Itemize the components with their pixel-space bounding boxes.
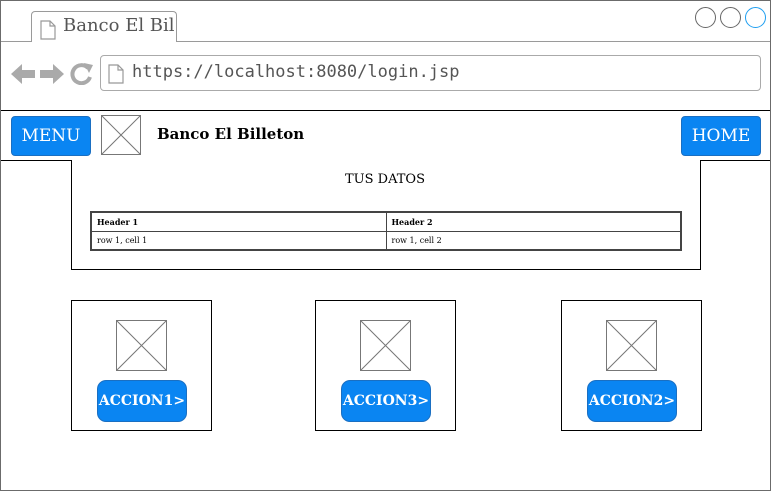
panel-title: TUS DATOS	[345, 172, 425, 187]
reload-icon[interactable]	[70, 63, 94, 89]
brand-name: Banco El Billeton	[157, 125, 305, 143]
logo-image-placeholder	[101, 115, 141, 155]
table-header: Header 2	[385, 211, 682, 232]
image-placeholder	[116, 320, 167, 371]
forward-arrow-icon[interactable]	[40, 64, 64, 88]
table-header-row: Header 1 Header 2	[90, 211, 682, 232]
tab-strip: Banco El Bil	[1, 1, 770, 42]
table-cell: row 1, cell 2	[385, 231, 682, 251]
accion1-button[interactable]: ACCION1>	[97, 380, 187, 422]
menu-button[interactable]: MENU	[11, 116, 91, 156]
action-card-1: ACCION1>	[71, 300, 212, 431]
maximize-button[interactable]	[720, 7, 741, 28]
page-icon	[108, 64, 124, 88]
url-text: https://localhost:8080/login.jsp	[132, 62, 460, 82]
user-data-table: Header 1 Header 2 row 1, cell 1 row 1, c…	[90, 211, 682, 251]
table-cell: row 1, cell 1	[90, 231, 387, 251]
minimize-button[interactable]	[695, 7, 716, 28]
back-arrow-icon[interactable]	[11, 64, 35, 88]
address-bar[interactable]: https://localhost:8080/login.jsp	[100, 55, 761, 91]
browser-tab[interactable]: Banco El Bil	[31, 11, 177, 42]
accion3-button[interactable]: ACCION3>	[341, 380, 431, 422]
image-placeholder	[360, 320, 411, 371]
page-icon	[40, 20, 56, 44]
close-button[interactable]	[745, 7, 766, 28]
tab-title: Banco El Bil	[63, 15, 175, 36]
accion2-button[interactable]: ACCION2>	[587, 380, 677, 422]
home-button[interactable]: HOME	[681, 116, 761, 156]
table-row: row 1, cell 1 row 1, cell 2	[90, 231, 682, 251]
action-card-2: ACCION2>	[561, 300, 702, 431]
image-placeholder	[606, 320, 657, 371]
action-card-3: ACCION3>	[315, 300, 456, 431]
table-header: Header 1	[90, 211, 387, 232]
